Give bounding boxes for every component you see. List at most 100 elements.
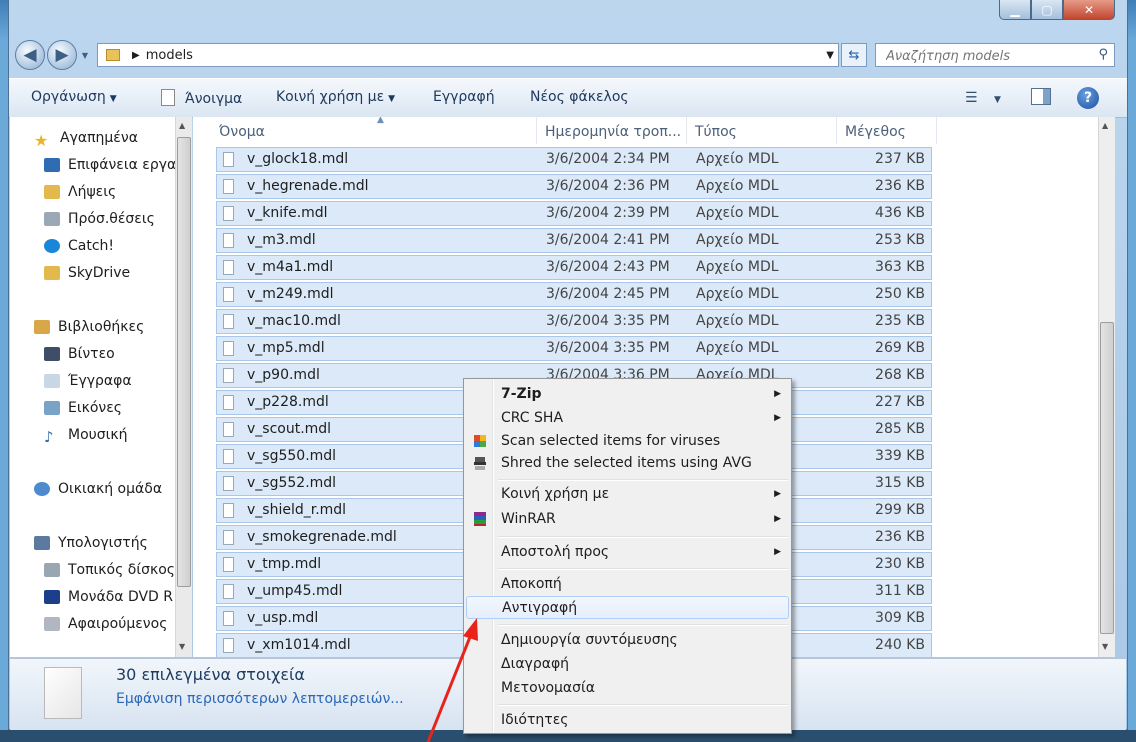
menu-item-rename[interactable]: Μετονομασία	[466, 677, 789, 699]
catch-icon	[44, 239, 60, 253]
table-row[interactable]: v_mac10.mdl 3/6/2004 3:35 PM Αρχείο MDL 235…	[216, 309, 932, 334]
nav-local-disk[interactable]: Τοπικός δίσκος	[44, 559, 175, 581]
file-icon	[223, 611, 234, 626]
scroll-up-icon[interactable]: ▲	[179, 121, 185, 130]
nav-documents[interactable]: Έγγραφα	[44, 370, 132, 392]
close-button[interactable]: ✕	[1063, 0, 1115, 20]
column-header-name[interactable]: Όνομα	[211, 117, 537, 144]
file-type: Αρχείο MDL	[696, 205, 779, 221]
breadcrumb-models[interactable]: models	[146, 48, 193, 63]
maximize-button[interactable]: ▢	[1031, 0, 1063, 20]
column-header-size[interactable]: Μέγεθος	[837, 117, 937, 144]
menu-item-create-shortcut[interactable]: Δημιουργία συντόμευσης	[466, 629, 789, 651]
menu-item-scan-viruses[interactable]: Scan selected items for viruses	[466, 430, 789, 452]
file-size: 268 KB	[875, 367, 925, 383]
scroll-up-icon[interactable]: ▲	[1102, 121, 1108, 130]
burn-button[interactable]: Εγγραφή	[433, 89, 495, 105]
menu-item-delete[interactable]: Διαγραφή	[466, 653, 789, 675]
menu-item-7zip[interactable]: 7-Zip ▶	[466, 383, 789, 405]
forward-arrow-icon: ▶	[55, 45, 69, 65]
table-row[interactable]: v_mp5.mdl 3/6/2004 3:35 PM Αρχείο MDL 269 K…	[216, 336, 932, 361]
recent-pages-dropdown[interactable]: ▼	[77, 47, 93, 63]
address-dropdown-icon[interactable]: ▼	[826, 50, 834, 61]
menu-label: Αντιγραφή	[502, 600, 578, 616]
scrollbar-thumb[interactable]	[177, 137, 191, 587]
nav-computer[interactable]: Υπολογιστής	[34, 532, 148, 554]
nav-removable[interactable]: Αφαιρούμενος	[44, 613, 167, 635]
nav-pane-scrollbar[interactable]: ▲ ▼	[175, 117, 192, 657]
breadcrumb-separator-icon[interactable]: ▶	[132, 50, 140, 61]
menu-item-properties[interactable]: Ιδιότητες	[466, 709, 789, 731]
minimize-button[interactable]: ▁	[999, 0, 1031, 20]
homegroup-icon	[34, 482, 50, 496]
organize-label: Οργάνωση	[31, 89, 106, 105]
file-date: 3/6/2004 3:35 PM	[546, 340, 670, 356]
organize-button[interactable]: Οργάνωση ▼	[31, 89, 117, 105]
nav-music[interactable]: ♪ Μουσική	[44, 424, 127, 446]
table-row[interactable]: v_m4a1.mdl 3/6/2004 2:43 PM Αρχείο MDL 363 …	[216, 255, 932, 280]
menu-item-share-with[interactable]: Κοινή χρήση με ▶	[466, 483, 789, 505]
nav-recent[interactable]: Πρόσ.θέσεις	[44, 208, 155, 230]
desktop-icon	[44, 158, 60, 172]
table-row[interactable]: v_m249.mdl 3/6/2004 2:45 PM Αρχείο MDL 250 …	[216, 282, 932, 307]
search-box: ⚲	[875, 43, 1115, 67]
scroll-down-icon[interactable]: ▼	[1102, 642, 1108, 651]
file-icon	[223, 557, 234, 572]
file-name: v_p90.mdl	[247, 367, 320, 383]
file-size: 237 KB	[875, 151, 925, 167]
column-header-date[interactable]: Ημερομηνία τροπ...	[537, 117, 687, 144]
scroll-down-icon[interactable]: ▼	[179, 642, 185, 651]
menu-item-crc-sha[interactable]: CRC SHA ▶	[466, 407, 789, 429]
menu-separator	[498, 479, 788, 481]
search-icon[interactable]: ⚲	[1098, 47, 1108, 62]
share-button[interactable]: Κοινή χρήση με ▼	[276, 89, 395, 105]
nav-downloads[interactable]: Λήψεις	[44, 181, 116, 203]
nav-catch[interactable]: Catch!	[44, 235, 114, 257]
file-list-scrollbar[interactable]: ▲ ▼	[1098, 117, 1115, 657]
table-row[interactable]: v_m3.mdl 3/6/2004 2:41 PM Αρχείο MDL 253 KB	[216, 228, 932, 253]
help-icon[interactable]: ?	[1077, 87, 1099, 109]
scrollbar-thumb[interactable]	[1100, 322, 1114, 634]
nav-desktop[interactable]: Επιφάνεια εργα	[44, 154, 175, 176]
column-header-type[interactable]: Τύπος	[687, 117, 837, 144]
file-type: Αρχείο MDL	[696, 151, 779, 167]
menu-label: Διαγραφή	[501, 656, 570, 672]
back-button[interactable]: ◀	[15, 40, 45, 70]
table-row[interactable]: v_knife.mdl 3/6/2004 2:39 PM Αρχείο MDL 436…	[216, 201, 932, 226]
file-name: v_xm1014.mdl	[247, 637, 351, 653]
new-folder-button[interactable]: Νέος φάκελος	[530, 89, 629, 105]
search-input[interactable]	[884, 45, 1088, 67]
skydrive-folder-icon	[44, 266, 60, 280]
table-row[interactable]: v_hegrenade.mdl 3/6/2004 2:36 PM Αρχείο MD…	[216, 174, 932, 199]
nav-label: Μονάδα DVD R	[68, 589, 174, 605]
menu-item-winrar[interactable]: WinRAR ▶	[466, 508, 789, 530]
command-bar: Οργάνωση ▼ Άνοιγμα Κοινή χρήση με ▼ Εγγραφ…	[9, 78, 1127, 118]
menu-item-copy[interactable]: Αντιγραφή	[466, 596, 789, 619]
nav-homegroup[interactable]: Οικιακή ομάδα	[34, 478, 162, 500]
file-date: 3/6/2004 3:35 PM	[546, 313, 670, 329]
file-icon	[223, 206, 234, 221]
menu-item-cut[interactable]: Αποκοπή	[466, 573, 789, 595]
table-row[interactable]: v_glock18.mdl 3/6/2004 2:34 PM Αρχείο MDL 2…	[216, 147, 932, 172]
file-name: v_sg552.mdl	[247, 475, 337, 491]
nav-dvd[interactable]: Μονάδα DVD R	[44, 586, 173, 608]
file-name: v_smokegrenade.mdl	[247, 529, 397, 545]
nav-libraries[interactable]: Βιβλιοθήκες	[34, 316, 144, 338]
refresh-button[interactable]: ⇆	[841, 43, 867, 67]
open-button[interactable]: Άνοιγμα	[161, 89, 242, 107]
nav-favorites[interactable]: ★ Αγαπημένα	[34, 127, 138, 150]
file-name: v_sg550.mdl	[247, 448, 337, 464]
address-bar[interactable]: ▶ models ▼	[97, 43, 839, 67]
nav-label: Μουσική	[68, 427, 128, 443]
forward-button[interactable]: ▶	[47, 40, 77, 70]
nav-videos[interactable]: Βίντεο	[44, 343, 115, 365]
nav-skydrive[interactable]: SkyDrive	[44, 262, 130, 284]
winrar-icon	[474, 512, 486, 526]
view-options-icon[interactable]: ☰ ▼	[965, 90, 1001, 106]
preview-pane-icon[interactable]	[1031, 88, 1051, 105]
menu-item-shred-avg[interactable]: Shred the selected items using AVG	[466, 452, 789, 474]
submenu-arrow-icon: ▶	[774, 389, 781, 399]
nav-pictures[interactable]: Εικόνες	[44, 397, 122, 419]
show-more-details-link[interactable]: Εμφάνιση περισσότερων λεπτομερειών...	[116, 691, 404, 707]
menu-item-send-to[interactable]: Αποστολή προς ▶	[466, 541, 789, 563]
